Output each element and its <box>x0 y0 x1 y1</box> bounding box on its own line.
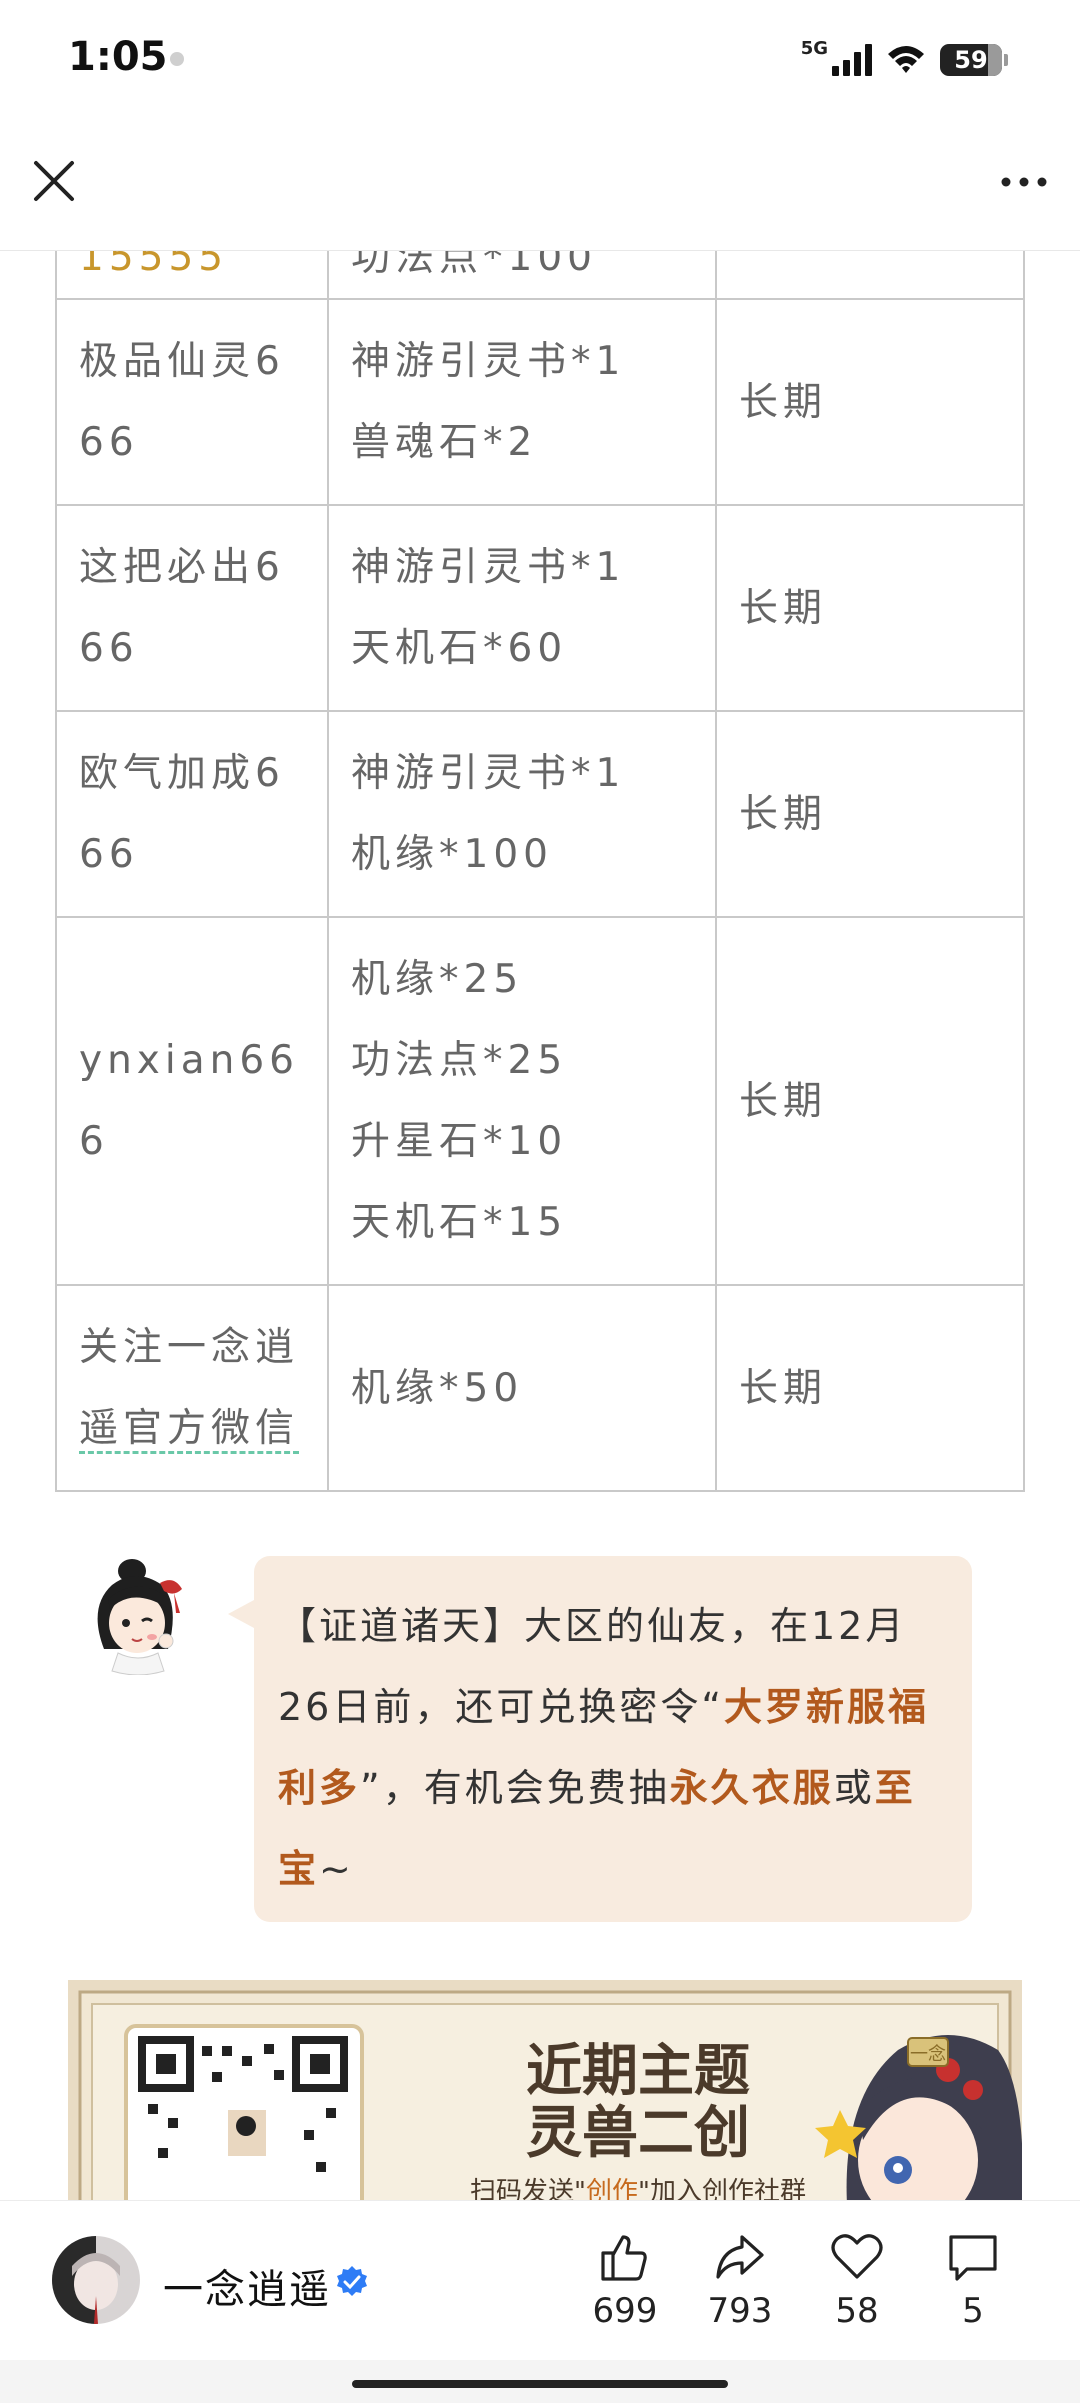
thumbs-up-icon <box>601 2235 647 2281</box>
table-cell-reward: 神游引灵书*1 兽魂石*2 <box>327 298 717 506</box>
wechat-link[interactable]: 遥官方微信 <box>79 1406 300 1454</box>
table-cell-code[interactable]: 欧气加成6 66 <box>55 710 329 918</box>
table-cell-code[interactable]: ynxian66 6 <box>55 916 329 1286</box>
share-button[interactable]: 793 <box>690 2229 790 2339</box>
table-cell-duration: 长期 <box>715 710 1025 918</box>
table-cell-duration: 长期 <box>715 1284 1025 1492</box>
share-count: 793 <box>707 2291 773 2331</box>
table-cell-code: 15555 <box>55 250 329 300</box>
battery-level: 59 <box>954 46 988 74</box>
table-row: 关注一念逍 遥官方微信 机缘*50 长期 <box>55 1284 1025 1492</box>
table-cell-reward: 神游引灵书*1 机缘*100 <box>327 710 717 918</box>
table-row: ynxian66 6 机缘*25 功法点*25 升星石*10 天机石*15 长期 <box>55 916 1025 1286</box>
table-cell-reward: 机缘*25 功法点*25 升星石*10 天机石*15 <box>327 916 717 1286</box>
banner-seal-text: 一念 <box>910 2043 946 2065</box>
table-cell-duration: 长期 <box>715 504 1025 712</box>
home-indicator[interactable] <box>352 2380 728 2388</box>
table-cell-duration <box>715 250 1025 300</box>
wifi-icon <box>888 46 924 73</box>
table-cell-reward: 神游引灵书*1 天机石*60 <box>327 504 717 712</box>
comment-button[interactable]: 5 <box>923 2229 1023 2339</box>
table-cell-duration: 长期 <box>715 916 1025 1286</box>
banner-title-line1: 近期主题 <box>526 2038 750 2104</box>
close-icon[interactable] <box>28 155 80 207</box>
status-bar: 1:05 5G 59 <box>0 0 1080 120</box>
promo-banner[interactable]: 近期主题 灵兽二创 扫码发送"创作"加入创作社群 一念 <box>68 1980 1022 2200</box>
home-indicator-area <box>0 2360 1080 2403</box>
table-cell-reward: 机缘*50 <box>327 1284 717 1492</box>
redeem-code-table: 15555 功法点*100 极品仙灵6 66 神游引灵书*1 兽魂石*2 长期 这把… <box>55 250 1025 1492</box>
favorite-count: 58 <box>835 2291 879 2331</box>
battery-icon: 59 <box>940 44 1008 76</box>
favorite-button[interactable]: 58 <box>807 2229 907 2339</box>
table-cell-code[interactable]: 关注一念逍 遥官方微信 <box>55 1284 329 1492</box>
table-cell-reward: 功法点*100 <box>327 250 717 300</box>
table-cell-code[interactable]: 这把必出6 66 <box>55 504 329 712</box>
banner-title-line2: 灵兽二创 <box>526 2100 750 2166</box>
heart-icon <box>831 2234 883 2279</box>
banner-subtitle: 扫码发送"创作"加入创作社群 <box>470 2177 806 2200</box>
author-name[interactable]: 一念逍遥 <box>163 2257 331 2315</box>
verified-badge-icon <box>337 2266 367 2296</box>
table-row: 欧气加成6 66 神游引灵书*1 机缘*100 长期 <box>55 710 1025 918</box>
notice-bubble: 【证道诸天】大区的仙友，在12月26日前，还可兑换密令“大罗新服福利多”，有机会… <box>228 1556 972 1922</box>
cartoon-avatar-icon <box>97 1559 182 1675</box>
network-label: 5G <box>800 37 828 59</box>
comment-count: 5 <box>962 2291 984 2331</box>
bottom-action-bar: 一念逍遥 699 793 58 5 <box>0 2200 1080 2361</box>
status-icons: 5G 59 <box>800 36 1008 84</box>
nav-bar <box>0 120 1080 251</box>
status-time: 1:05 <box>68 34 168 80</box>
table-cell-code[interactable]: 极品仙灵6 66 <box>55 298 329 506</box>
like-button[interactable]: 699 <box>575 2229 675 2339</box>
comment-icon <box>949 2235 997 2281</box>
article-content: 15555 功法点*100 极品仙灵6 66 神游引灵书*1 兽魂石*2 长期 这把… <box>0 250 1080 2200</box>
table-row: 这把必出6 66 神游引灵书*1 天机石*60 长期 <box>55 504 1025 712</box>
share-icon <box>716 2235 764 2279</box>
signal-icon <box>832 44 872 76</box>
like-count: 699 <box>592 2291 658 2331</box>
notification-dot-icon <box>170 52 184 66</box>
more-icon[interactable] <box>994 160 1054 204</box>
table-row: 极品仙灵6 66 神游引灵书*1 兽魂石*2 长期 <box>55 298 1025 506</box>
table-row: 15555 功法点*100 <box>55 250 1025 300</box>
author-avatar[interactable] <box>52 2236 140 2324</box>
table-cell-duration: 长期 <box>715 298 1025 506</box>
